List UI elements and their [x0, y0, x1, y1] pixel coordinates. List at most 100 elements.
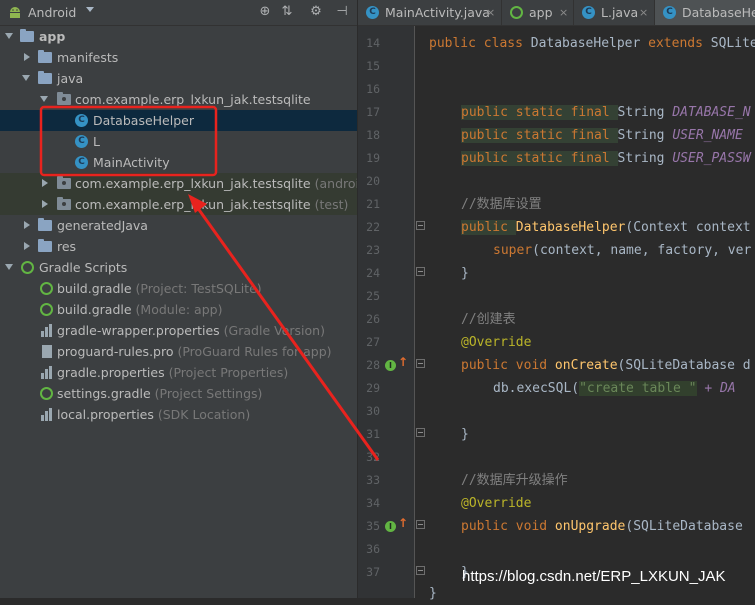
collapse-arrow-icon[interactable] [24, 53, 30, 61]
line-number: 32 [366, 450, 380, 464]
code-token: String [617, 105, 673, 120]
file-name: build.gradle [57, 281, 132, 296]
code-line-38[interactable]: } [429, 582, 437, 605]
expand-arrow-icon[interactable] [22, 75, 30, 81]
tree-item-gradle-properties[interactable]: gradle.properties (Project Properties) [0, 362, 357, 383]
tree-item-label: DatabaseHelper [93, 113, 194, 128]
tree-item-mainactivity[interactable]: C MainActivity [0, 152, 357, 173]
code-line-19[interactable]: public static final String USER_PASSW [461, 147, 751, 170]
code-line-31[interactable]: } [461, 423, 469, 446]
tree-item-build-gradle-module[interactable]: build.gradle (Module: app) [0, 299, 357, 320]
fold-marker-icon[interactable] [416, 520, 425, 529]
tree-item-res[interactable]: res [0, 236, 357, 257]
tree-item-build-gradle-project[interactable]: build.gradle (Project: TestSQLite) [0, 278, 357, 299]
file-hint: (SDK Location) [157, 407, 251, 422]
fold-marker-icon[interactable] [416, 566, 425, 575]
line-number: 25 [366, 289, 380, 303]
collapse-arrow-icon[interactable] [24, 221, 30, 229]
fold-marker-icon[interactable] [416, 428, 425, 437]
line-number: 19 [366, 151, 380, 165]
collapse-arrow-icon[interactable] [42, 200, 48, 208]
override-marker-icon[interactable]: I [385, 360, 396, 371]
tree-item-gradle-wrapper[interactable]: gradle-wrapper.properties (Gradle Versio… [0, 320, 357, 341]
code-line-14[interactable]: public class DatabaseHelper extends SQLi… [429, 32, 755, 55]
file-hint: (Project Settings) [154, 386, 263, 401]
expand-arrow-icon[interactable] [40, 96, 48, 102]
code-line-27[interactable]: @Override [461, 331, 531, 354]
fold-marker-icon[interactable] [416, 267, 425, 276]
tree-item-label: Gradle Scripts [39, 260, 128, 275]
line-number: 18 [366, 128, 380, 142]
arrow-up-icon[interactable]: ↑ [398, 355, 408, 369]
hide-icon[interactable]: ⊣ [334, 4, 350, 20]
code-line-35[interactable]: public void onUpgrade(SQLiteDatabase [461, 515, 743, 538]
globe-icon[interactable]: ⊕ [257, 4, 273, 20]
tree-item-label: settings.gradle (Project Settings) [57, 383, 262, 404]
file-hint: (ProGuard Rules for app) [177, 344, 332, 359]
collapse-icon[interactable]: ⇅ [279, 4, 295, 20]
expand-arrow-icon[interactable] [5, 264, 13, 270]
tree-item-proguard[interactable]: proguard-rules.pro (ProGuard Rules for a… [0, 341, 357, 362]
tab-app[interactable]: app × [502, 0, 574, 25]
tree-item-package-test[interactable]: com.example.erp_lxkun_jak.testsqlite (te… [0, 194, 357, 215]
close-icon[interactable]: × [639, 0, 648, 25]
collapse-arrow-icon[interactable] [42, 179, 48, 187]
tree-item-manifests[interactable]: manifests [0, 47, 357, 68]
tree-item-local-properties[interactable]: local.properties (SDK Location) [0, 404, 357, 425]
code-token: DatabaseHelper [530, 36, 649, 51]
properties-icon [41, 408, 52, 421]
code-line-21[interactable]: //数据库设置 [461, 193, 542, 216]
tab-databasehelper[interactable]: C DatabaseHe [655, 0, 755, 25]
override-marker-icon[interactable]: I [385, 521, 396, 532]
chevron-down-icon[interactable] [86, 7, 94, 12]
file-icon [42, 345, 52, 358]
package-name: com.example.erp_lxkun_jak.testsqlite [75, 197, 311, 212]
tree-item-label: L [93, 134, 100, 149]
file-name: local.properties [57, 407, 154, 422]
code-line-29[interactable]: db.execSQL("create table " + DA [493, 377, 736, 400]
code-line-22[interactable]: public DatabaseHelper(Context context [461, 216, 751, 239]
fold-marker-icon[interactable] [416, 359, 425, 368]
code-line-23[interactable]: super(context, name, factory, ver [493, 239, 751, 262]
code-token: String [617, 151, 673, 166]
code-token: (context, name, factory, ver [532, 243, 752, 258]
close-icon[interactable]: × [486, 0, 495, 25]
code-token: public [461, 220, 516, 235]
arrow-up-icon[interactable]: ↑ [398, 516, 408, 530]
tree-item-label: app [39, 29, 66, 44]
gutter-divider [414, 26, 415, 598]
collapse-arrow-icon[interactable] [24, 242, 30, 250]
tree-item-databasehelper[interactable]: C DatabaseHelper [0, 110, 357, 131]
line-number: 24 [366, 266, 380, 280]
code-line-18[interactable]: public static final String USER_NAME [461, 124, 743, 147]
tree-item-settings-gradle[interactable]: settings.gradle (Project Settings) [0, 383, 357, 404]
expand-arrow-icon[interactable] [5, 33, 13, 39]
tree-item-generatedjava[interactable]: generatedJava [0, 215, 357, 236]
code-line-33[interactable]: //数据库升级操作 [461, 469, 568, 492]
code-token: public static final [461, 151, 618, 166]
project-view-selector[interactable]: Android [28, 5, 76, 20]
code-token: public void [461, 358, 555, 373]
code-line-34[interactable]: @Override [461, 492, 531, 515]
class-icon: C [75, 114, 88, 127]
tab-mainactivity[interactable]: C MainActivity.java × [358, 0, 502, 25]
package-name: com.example.erp_lxkun_jak.testsqlite [75, 176, 311, 191]
tree-item-java[interactable]: java [0, 68, 357, 89]
tab-l-java[interactable]: C L.java × [574, 0, 655, 25]
line-number: 26 [366, 312, 380, 326]
code-line-17[interactable]: public static final String DATABASE_N [461, 101, 751, 124]
code-token: "create table " [579, 381, 697, 396]
code-line-28[interactable]: public void onCreate(SQLiteDatabase d [461, 354, 751, 377]
code-editor[interactable]: C MainActivity.java × app × C L.java × C… [358, 0, 755, 601]
tree-item-l[interactable]: C L [0, 131, 357, 152]
close-icon[interactable]: × [559, 0, 568, 25]
tree-item-package-androidtest[interactable]: com.example.erp_lxkun_jak.testsqlite (an… [0, 173, 357, 194]
gear-icon[interactable]: ⚙ [308, 4, 324, 20]
tree-item-gradle-scripts[interactable]: Gradle Scripts [0, 257, 357, 278]
class-icon: C [366, 6, 379, 19]
code-line-24[interactable]: } [461, 262, 469, 285]
fold-marker-icon[interactable] [416, 221, 425, 230]
code-line-26[interactable]: //创建表 [461, 308, 516, 331]
tree-item-package-main[interactable]: com.example.erp_lxkun_jak.testsqlite [0, 89, 357, 110]
tree-item-app[interactable]: app [0, 26, 357, 47]
